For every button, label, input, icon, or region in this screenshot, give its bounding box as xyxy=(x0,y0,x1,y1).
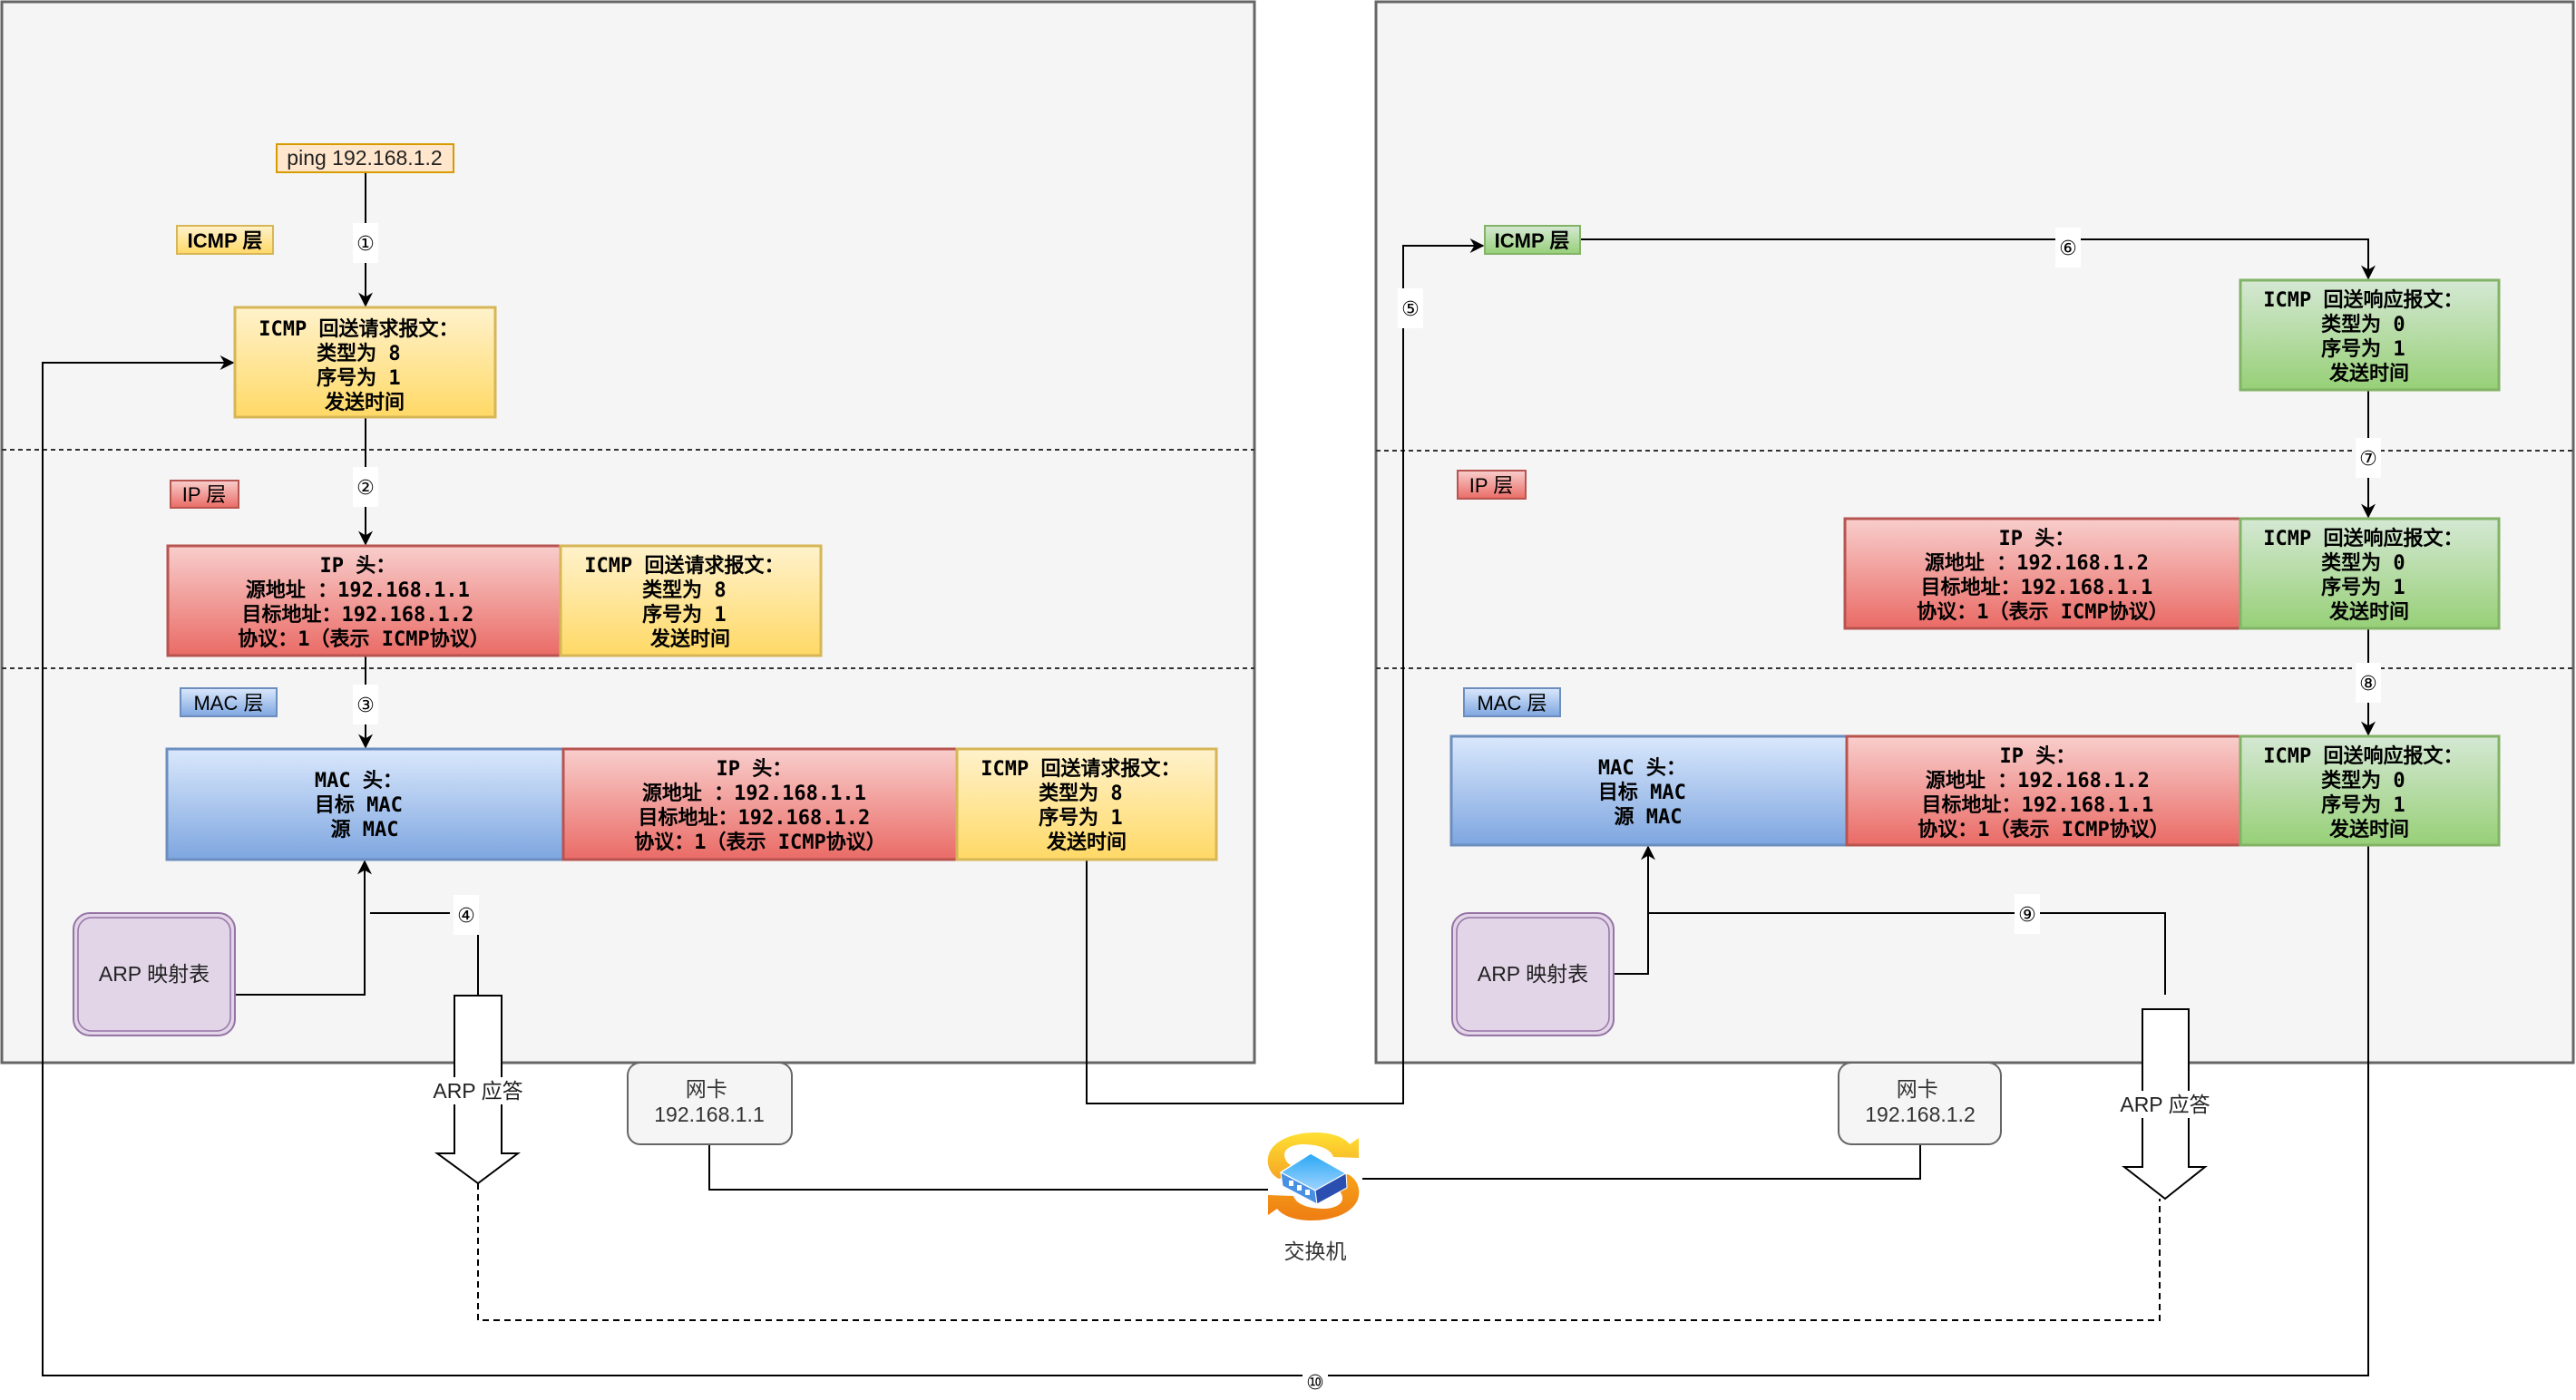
receiver-ip-header-line: IP 头： xyxy=(1999,528,2075,550)
receiver-ip-payload-line: 发送时间 xyxy=(2328,600,2409,624)
step-marker-7: ⑦ xyxy=(2356,438,2381,478)
sender-arp-reply-label: ARP 应答 xyxy=(433,1079,522,1103)
receiver-ip-payload-line: 序号为 1 xyxy=(2321,576,2405,599)
step-number: ⑤ xyxy=(1401,298,1420,321)
sender-mac-icmp-line: 发送时间 xyxy=(1046,831,1127,854)
step-number: ⑧ xyxy=(2359,673,2377,695)
step-marker-3: ③ xyxy=(353,685,378,724)
sender-ip-header-line: 源地址 ：192.168.1.1 xyxy=(246,579,470,602)
switch-label: 交换机 xyxy=(1284,1240,1347,1263)
receiver-ip-packet: IP 头： 源地址 ：192.168.1.2 目标地址：192.168.1.1 … xyxy=(1843,517,2501,630)
receiver-ip-layer-label: IP 层 xyxy=(1469,474,1514,497)
sender-icmp-line: 发送时间 xyxy=(324,391,405,414)
sender-icmp-line: 序号为 1 xyxy=(317,366,401,390)
receiver-arp-reply-label: ARP 应答 xyxy=(2120,1093,2210,1116)
sender-arp-table-label: ARP 映射表 xyxy=(99,962,210,986)
sender-ip-payload-line: 发送时间 xyxy=(649,627,730,651)
receiver-mac-ip-line: 源地址 ：192.168.1.2 xyxy=(1926,770,2150,792)
sender-ip-header-line: IP 头： xyxy=(320,555,396,578)
sender-mac-ip-line: 源地址 ：192.168.1.1 xyxy=(642,783,866,805)
receiver-arp-table-label: ARP 映射表 xyxy=(1478,962,1588,986)
step-number: ② xyxy=(356,477,375,500)
receiver-mac-ip-line: 协议：1（表示 ICMP协议） xyxy=(1917,819,2169,841)
step-marker-5: ⑤ xyxy=(1398,288,1423,328)
sender-mac-icmp-line: ICMP 回送请求报文： xyxy=(981,757,1180,781)
receiver-icmp-line: 发送时间 xyxy=(2328,362,2409,385)
ping-command-text: ping 192.168.1.2 xyxy=(287,146,442,170)
step-marker-8: ⑧ xyxy=(2356,663,2381,703)
sender-mac-header-line: 目标 MAC xyxy=(315,793,403,817)
step-number: ⑦ xyxy=(2359,448,2377,471)
receiver-mac-icmp-line: ICMP 回送响应报文： xyxy=(2263,744,2463,768)
step-marker-10: ⑩ xyxy=(1303,1362,1328,1400)
sender-ip-layer-label: IP 层 xyxy=(182,483,227,506)
step-number: ⑩ xyxy=(1306,1372,1324,1395)
receiver-nic-label: 网卡 xyxy=(1897,1077,1938,1101)
receiver-mac-ip-line: IP 头： xyxy=(2000,745,2076,768)
step-number: ① xyxy=(356,233,375,256)
sender-ip-header-line: 协议：1（表示 ICMP协议） xyxy=(238,628,489,651)
sender-ip-header-line: 目标地址：192.168.1.2 xyxy=(242,603,474,627)
receiver-icmp-line: 序号为 1 xyxy=(2321,337,2405,361)
sender-ip-payload-line: 序号为 1 xyxy=(642,603,727,627)
sender-nic: 网卡 192.168.1.1 xyxy=(627,1062,793,1145)
sender-host-panel xyxy=(0,0,1256,1065)
receiver-icmp-reply-box: ICMP 回送响应报文： 类型为 0 序号为 1 发送时间 xyxy=(2239,278,2501,392)
receiver-ip-header-line: 源地址 ：192.168.1.2 xyxy=(1925,552,2149,575)
sender-icmp-request-box: ICMP 回送请求报文： 类型为 8 序号为 1 发送时间 xyxy=(233,306,497,419)
receiver-mac-icmp-line: 序号为 1 xyxy=(2321,793,2405,817)
receiver-ip-header-line: 协议：1（表示 ICMP协议） xyxy=(1917,601,2168,624)
sender-ip-payload-line: 类型为 8 xyxy=(642,579,727,602)
receiver-icmp-line: ICMP 回送响应报文： xyxy=(2263,288,2463,312)
receiver-ip-payload-line: 类型为 0 xyxy=(2321,552,2405,575)
receiver-icmp-line: 类型为 0 xyxy=(2321,314,2405,336)
sender-mac-frame: MAC 头： 目标 MAC 源 MAC IP 头： 源地址 ：192.168.1… xyxy=(165,747,1218,861)
receiver-nic-ip: 192.168.1.2 xyxy=(1865,1103,1976,1126)
receiver-mac-icmp-line: 发送时间 xyxy=(2328,818,2409,841)
ping-flow-diagram: ping 192.168.1.2 ICMP 层 ICMP 回送请求报文： 类型为… xyxy=(0,0,2575,1400)
receiver-mac-header-line: 源 MAC xyxy=(1615,806,1683,829)
receiver-ip-payload-line: ICMP 回送响应报文： xyxy=(2263,527,2463,550)
step-number: ⑥ xyxy=(2059,238,2077,260)
step-number: ③ xyxy=(356,695,375,717)
receiver-mac-icmp-line: 类型为 0 xyxy=(2321,770,2405,792)
step-marker-9: ⑨ xyxy=(2015,894,2040,934)
sender-mac-header-line: MAC 头： xyxy=(315,770,403,792)
sender-ip-packet: IP 头： 源地址 ：192.168.1.1 目标地址：192.168.1.2 … xyxy=(166,544,823,657)
sender-arp-table: ARP 映射表 xyxy=(73,912,236,1036)
sender-nic-ip: 192.168.1.1 xyxy=(654,1103,765,1126)
step-number: ⑨ xyxy=(2018,904,2036,927)
receiver-mac-frame: MAC 头： 目标 MAC 源 MAC IP 头： 源地址 ：192.168.1… xyxy=(1449,734,2501,847)
receiver-mac-header-line: MAC 头： xyxy=(1598,757,1686,780)
sender-mac-layer-label: MAC 层 xyxy=(193,692,263,715)
step-number: ④ xyxy=(457,905,475,928)
sender-icmp-line: ICMP 回送请求报文： xyxy=(259,317,458,341)
receiver-mac-layer-label: MAC 层 xyxy=(1477,692,1547,715)
receiver-arp-table: ARP 映射表 xyxy=(1451,912,1615,1036)
receiver-ip-header-line: 目标地址：192.168.1.1 xyxy=(1921,576,2153,599)
sender-mac-icmp-line: 类型为 8 xyxy=(1039,783,1123,805)
step-marker-2: ② xyxy=(353,467,378,507)
sender-mac-icmp-line: 序号为 1 xyxy=(1039,806,1123,830)
sender-mac-header-line: 源 MAC xyxy=(331,819,399,841)
step-marker-1: ① xyxy=(353,223,378,263)
sender-icmp-layer-label: ICMP 层 xyxy=(188,229,263,252)
receiver-nic: 网卡 192.168.1.2 xyxy=(1838,1062,2002,1145)
sender-icmp-line: 类型为 8 xyxy=(317,343,401,365)
network-switch-icon xyxy=(1267,1133,1360,1220)
step-marker-4: ④ xyxy=(454,895,479,935)
sender-mac-ip-line: 目标地址：192.168.1.2 xyxy=(639,806,871,830)
network-switch: 交换机 xyxy=(1267,1133,1360,1263)
sender-mac-ip-line: IP 头： xyxy=(717,758,793,781)
receiver-icmp-layer-label: ICMP 层 xyxy=(1495,229,1570,252)
step-marker-6: ⑥ xyxy=(2055,228,2081,267)
sender-nic-label: 网卡 xyxy=(686,1077,727,1101)
edge-nic1-to-switch xyxy=(708,1144,1268,1191)
sender-ip-payload-line: ICMP 回送请求报文： xyxy=(584,554,784,578)
receiver-mac-ip-line: 目标地址：192.168.1.1 xyxy=(1922,793,2154,817)
sender-mac-ip-line: 协议：1（表示 ICMP协议） xyxy=(634,831,885,854)
edge-switch-to-nic2 xyxy=(1362,1144,1921,1180)
receiver-mac-header-line: 目标 MAC xyxy=(1598,781,1686,804)
